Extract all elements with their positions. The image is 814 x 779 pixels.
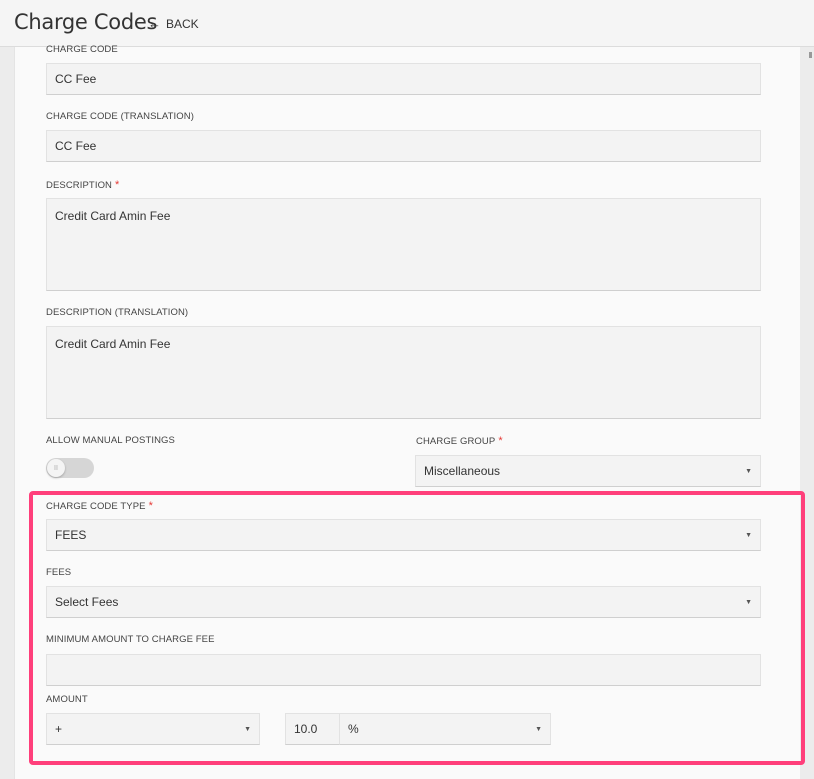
amount-unit-select[interactable]: % ▼	[339, 713, 551, 745]
charge-code-value: CC Fee	[55, 72, 97, 86]
description-label-text: DESCRIPTION	[46, 180, 113, 191]
page-header: Charge Codes ← BACK	[0, 0, 814, 47]
description-label: DESCRIPTION *	[46, 179, 119, 191]
amount-value-input[interactable]: 10.0	[285, 713, 340, 745]
description-value: Credit Card Amin Fee	[55, 209, 171, 223]
fees-select[interactable]: Select Fees ▼	[46, 586, 761, 618]
charge-code-input[interactable]: CC Fee	[46, 63, 761, 95]
caret-down-icon: ▼	[535, 725, 542, 733]
caret-down-icon: ▼	[244, 725, 251, 733]
page-title: Charge Codes	[14, 10, 158, 34]
amount-unit-value: %	[348, 722, 359, 736]
charge-code-translation-input[interactable]: CC Fee	[46, 130, 761, 162]
amount-value: 10.0	[294, 722, 318, 736]
allow-manual-postings-label: ALLOW MANUAL POSTINGS	[46, 435, 175, 446]
required-marker: *	[148, 500, 154, 512]
fees-label: FEES	[46, 567, 72, 578]
minimum-amount-input[interactable]	[46, 654, 761, 686]
description-translation-textarea[interactable]: Credit Card Amin Fee	[46, 326, 761, 419]
arrow-left-icon: ←	[148, 16, 161, 31]
charge-code-translation-label: CHARGE CODE (TRANSLATION)	[46, 111, 195, 122]
charge-group-label-text: CHARGE GROUP	[416, 436, 496, 447]
required-marker: *	[498, 435, 503, 447]
minimum-amount-label: MINIMUM AMOUNT TO CHARGE FEE	[46, 634, 215, 645]
caret-down-icon: ▼	[745, 467, 752, 475]
amount-sign-select[interactable]: + ▼	[46, 713, 260, 745]
back-button[interactable]: ← BACK	[148, 16, 199, 31]
description-translation-label: DESCRIPTION (TRANSLATION)	[46, 307, 189, 318]
charge-code-label: CHARGE CODE	[46, 44, 118, 55]
charge-code-type-select[interactable]: FEES ▼	[46, 519, 761, 551]
charge-code-type-label: CHARGE CODE TYPE *	[46, 500, 153, 512]
toggle-knob: II	[47, 459, 65, 477]
allow-manual-postings-toggle[interactable]: II	[46, 458, 94, 478]
description-textarea[interactable]: Credit Card Amin Fee	[46, 198, 761, 291]
caret-down-icon: ▼	[745, 531, 752, 539]
charge-code-type-value: FEES	[55, 528, 87, 542]
charge-code-type-label-text: CHARGE CODE TYPE	[46, 501, 146, 512]
charge-group-label: CHARGE GROUP *	[416, 435, 503, 447]
required-marker: *	[115, 179, 120, 191]
charge-group-select[interactable]: Miscellaneous ▼	[415, 455, 761, 487]
description-translation-value: Credit Card Amin Fee	[55, 337, 171, 351]
back-label: BACK	[166, 16, 199, 31]
fees-value: Select Fees	[55, 595, 119, 609]
charge-code-translation-value: CC Fee	[55, 139, 97, 153]
scrollbar[interactable]	[809, 52, 812, 58]
caret-down-icon: ▼	[745, 598, 752, 606]
amount-label: AMOUNT	[46, 694, 88, 705]
charge-group-value: Miscellaneous	[424, 464, 501, 478]
amount-sign-value: +	[55, 722, 63, 736]
